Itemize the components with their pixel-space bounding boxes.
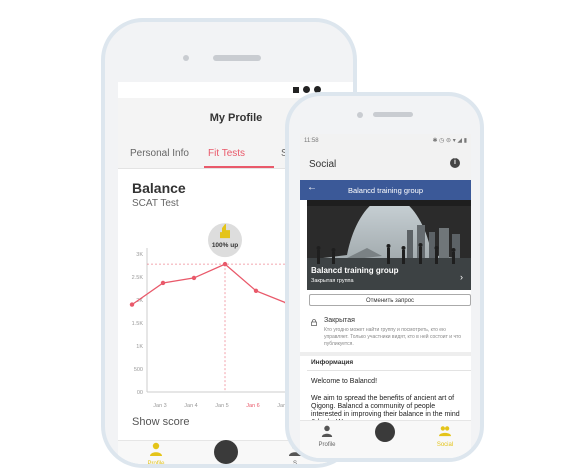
badge-label: 100% up xyxy=(212,242,238,249)
active-tab-indicator xyxy=(204,166,274,168)
group-cover-photo xyxy=(307,200,471,290)
person-icon xyxy=(321,425,333,437)
nav-settings-label: S xyxy=(292,461,297,467)
y-tick-label: 1K xyxy=(136,344,143,350)
y-tick-label: 1.5K xyxy=(132,321,144,327)
nav-social-label: Social xyxy=(436,442,454,448)
privacy-description: Кто угодно может найти группу и посмотре… xyxy=(324,327,462,347)
info-icon[interactable]: i xyxy=(450,158,460,168)
status-icons: ✱ ◷ ⊜ ▾ ◢ ▮ xyxy=(432,138,467,144)
welcome-text: Welcome to Balancd! xyxy=(311,378,378,385)
tab-fit-tests[interactable]: Fit Tests xyxy=(208,148,245,159)
tab-personal-info[interactable]: Personal Info xyxy=(130,148,189,159)
person-icon xyxy=(150,442,162,456)
test-subtitle: SCAT Test xyxy=(132,198,179,209)
x-tick-label: Jan 5 xyxy=(215,403,228,409)
x-tick-label: Jan 6 xyxy=(246,403,259,409)
camera-dot xyxy=(357,112,363,118)
privacy-title: Закрытая xyxy=(324,317,355,324)
group-name: Balancd training group xyxy=(311,266,399,275)
y-tick-label: 2.5K xyxy=(132,275,144,281)
x-tick-label: Jan 4 xyxy=(184,403,197,409)
nav-profile-label: Profile xyxy=(147,461,165,467)
lock-icon xyxy=(311,319,317,326)
speaker-grille xyxy=(373,112,413,117)
social-screen: 11:58 ✱ ◷ ⊜ ▾ ◢ ▮ Social i ← Balancd tra… xyxy=(300,134,471,458)
page-title: Social xyxy=(309,159,337,170)
nav-social[interactable]: Social xyxy=(430,424,460,448)
x-tick-label: Jan 3 xyxy=(153,403,166,409)
test-title: Balance xyxy=(132,180,186,196)
y-tick-label: 3K xyxy=(136,252,143,258)
nav-profile[interactable]: Profile xyxy=(136,442,176,467)
series-line xyxy=(131,263,288,306)
show-score-toggle[interactable]: Show score xyxy=(132,416,189,428)
front-phone: 11:58 ✱ ◷ ⊜ ▾ ◢ ▮ Social i ← Balancd tra… xyxy=(285,92,484,462)
group-bar-title: Balancd training group xyxy=(347,186,424,195)
y-tick-label: 500 xyxy=(134,367,143,373)
info-section-header: Информация xyxy=(311,359,354,366)
data-point xyxy=(160,280,166,286)
people-icon xyxy=(439,426,451,437)
divider-line xyxy=(307,370,471,371)
section-divider xyxy=(300,352,471,356)
chevron-right-icon[interactable]: › xyxy=(460,272,463,282)
data-point xyxy=(191,275,197,281)
y-tick-label: 00 xyxy=(137,390,143,396)
data-point xyxy=(253,288,259,293)
group-type: Закрытая группа xyxy=(311,278,354,284)
data-point xyxy=(222,261,228,267)
nav-profile-label: Profile xyxy=(318,442,336,448)
camera-dot xyxy=(183,55,189,61)
home-button[interactable] xyxy=(375,422,395,442)
cancel-request-button[interactable]: Отменить запрос xyxy=(309,294,471,306)
status-time: 11:58 xyxy=(304,138,319,144)
data-point xyxy=(129,302,135,307)
status-bar: 11:58 ✱ ◷ ⊜ ▾ ◢ ▮ xyxy=(300,134,471,148)
speaker-grille xyxy=(213,55,261,61)
square-status-icon xyxy=(293,87,299,93)
circle-status-icon xyxy=(303,86,310,93)
nav-profile[interactable]: Profile xyxy=(312,424,342,448)
